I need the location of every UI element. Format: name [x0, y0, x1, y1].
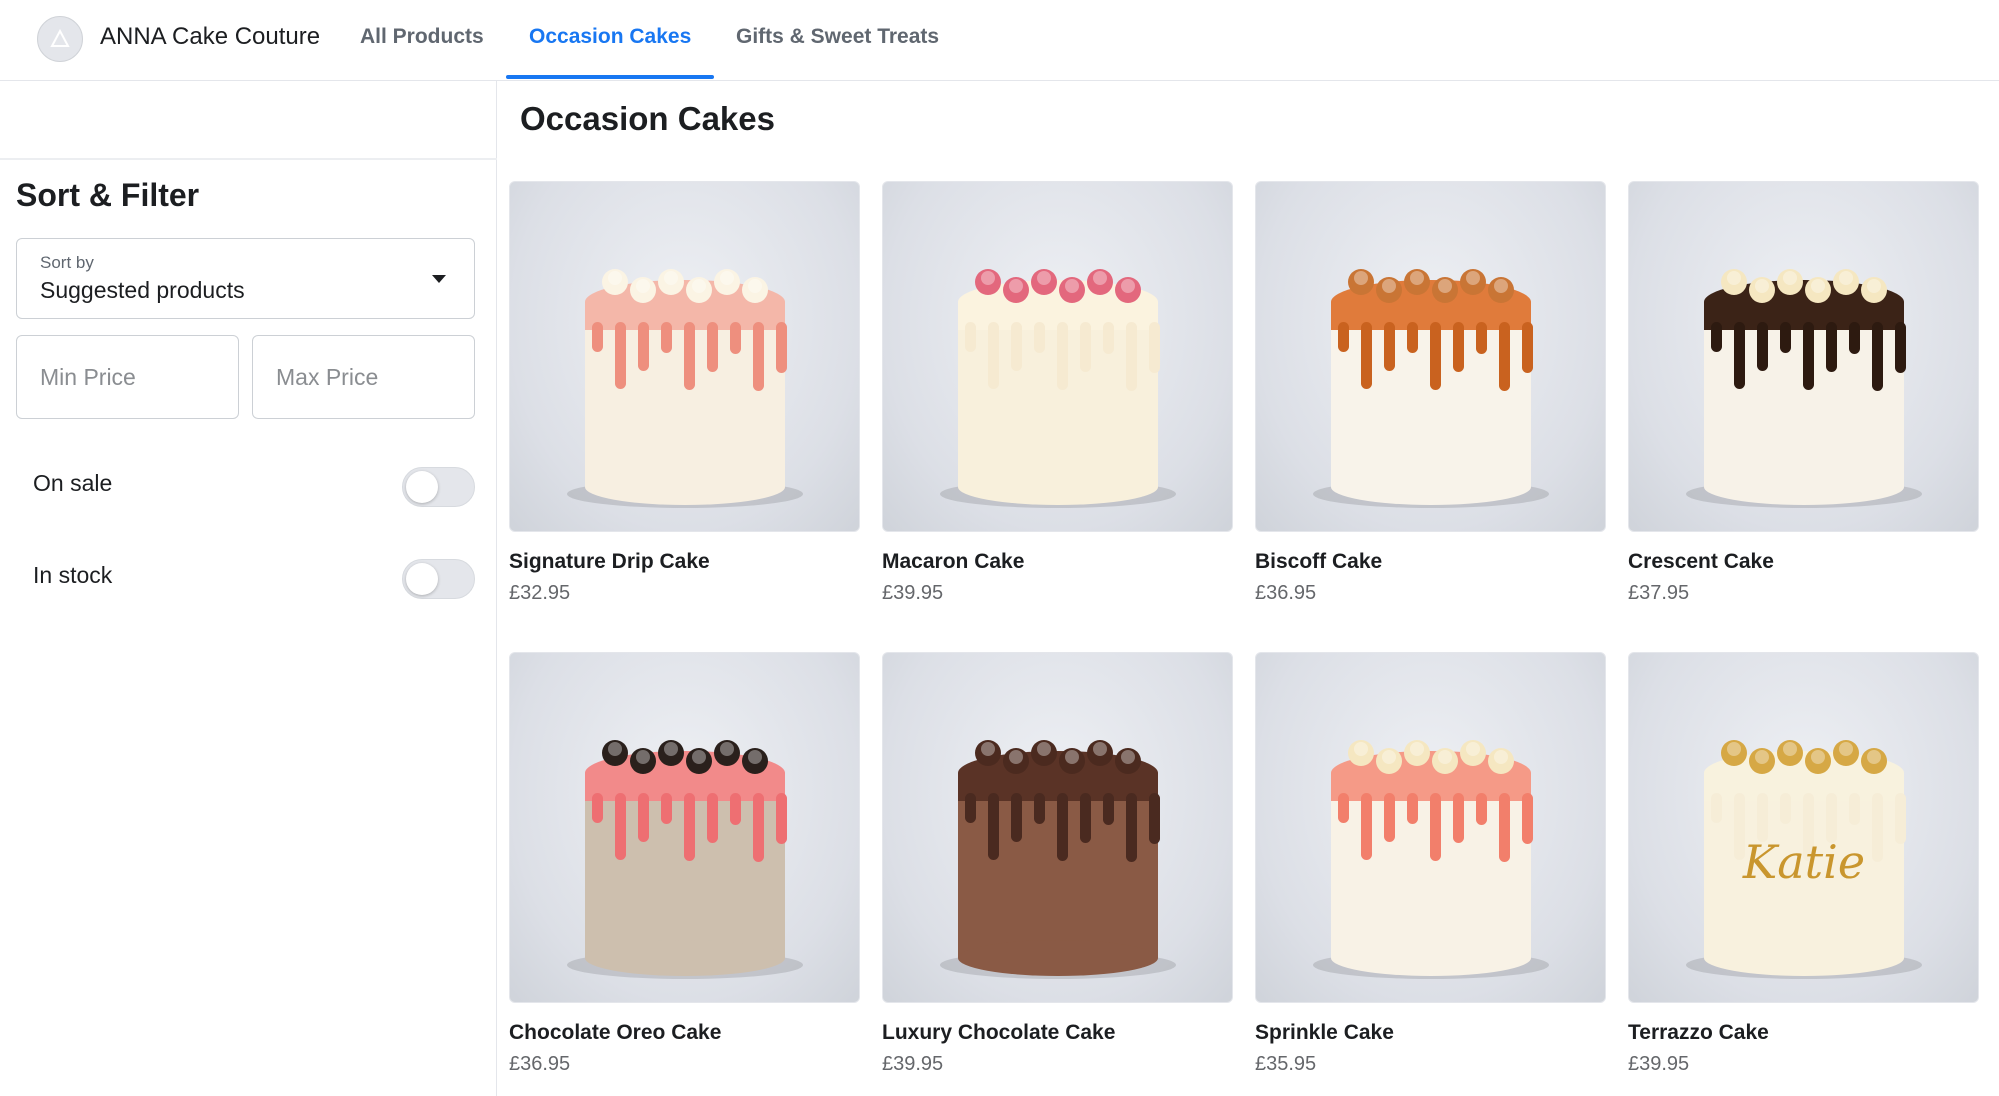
product-card[interactable]: Sprinkle Cake £35.95 [1255, 652, 1606, 1092]
product-card[interactable]: Luxury Chocolate Cake £39.95 [882, 652, 1233, 1092]
oreo-cake-image [567, 740, 803, 979]
product-price: £36.95 [509, 1053, 571, 1075]
product-name[interactable]: Crescent Cake [1628, 550, 1774, 574]
product-image[interactable] [1255, 652, 1606, 1003]
product-name[interactable]: Terrazzo Cake [1628, 1021, 1769, 1045]
product-image[interactable]: Katie [1628, 652, 1979, 1003]
product-name[interactable]: Sprinkle Cake [1255, 1021, 1394, 1045]
in-stock-label: In stock [33, 562, 113, 588]
product-card[interactable]: Crescent Cake £37.95 [1628, 181, 1979, 621]
product-card[interactable]: Chocolate Oreo Cake £36.95 [509, 652, 860, 1092]
toggle-knob [406, 563, 438, 595]
sort-label: Sort by [40, 253, 94, 272]
macaron-cake-image [940, 269, 1176, 508]
product-image[interactable] [882, 652, 1233, 1003]
product-name[interactable]: Signature Drip Cake [509, 550, 710, 574]
product-price: £35.95 [1255, 1053, 1317, 1075]
product-name[interactable]: Chocolate Oreo Cake [509, 1021, 721, 1045]
page: ANNA Cake Couture All Products Occasion … [0, 0, 1999, 1096]
tab-gifts-sweet-treats[interactable]: Gifts & Sweet Treats [736, 25, 939, 49]
brand-name[interactable]: ANNA Cake Couture [100, 23, 320, 51]
tab-occasion-cakes[interactable]: Occasion Cakes [529, 25, 691, 49]
product-image[interactable] [882, 181, 1233, 532]
product-image[interactable] [509, 181, 860, 532]
top-nav-bar: ANNA Cake Couture All Products Occasion … [0, 0, 1999, 81]
product-image[interactable] [1628, 181, 1979, 532]
max-price-input[interactable] [252, 335, 475, 419]
caret-down-icon [432, 275, 446, 283]
sidebar-title: Sort & Filter [16, 177, 200, 213]
page-title: Occasion Cakes [520, 100, 775, 137]
product-name[interactable]: Biscoff Cake [1255, 550, 1382, 574]
product-price: £37.95 [1628, 582, 1690, 604]
product-image[interactable] [1255, 181, 1606, 532]
toggle-knob [406, 471, 438, 503]
product-name[interactable]: Luxury Chocolate Cake [882, 1021, 1115, 1045]
biscoff-cake-image [1313, 269, 1549, 508]
active-tab-indicator [506, 75, 714, 79]
on-sale-toggle[interactable] [402, 467, 475, 507]
drip-cake-image [567, 269, 803, 508]
sort-dropdown[interactable]: Sort by Suggested products [16, 238, 475, 319]
product-name[interactable]: Macaron Cake [882, 550, 1024, 574]
in-stock-toggle[interactable] [402, 559, 475, 599]
product-card[interactable]: Biscoff Cake £36.95 [1255, 181, 1606, 621]
sidebar-divider [0, 158, 497, 160]
sort-value: Suggested products [40, 277, 245, 303]
product-image[interactable] [509, 652, 860, 1003]
terrazzo-cake-image: Katie [1686, 740, 1922, 979]
sprinkle-cake-image [1313, 740, 1549, 979]
filter-sidebar: Sort & Filter Sort by Suggested products… [0, 81, 497, 1096]
crescent-cake-image [1686, 269, 1922, 508]
logo-icon [50, 28, 70, 47]
product-card[interactable]: Macaron Cake £39.95 [882, 181, 1233, 621]
brand-logo[interactable] [37, 16, 83, 62]
product-price: £36.95 [1255, 582, 1317, 604]
product-price: £39.95 [882, 1053, 944, 1075]
chocolate-cake-image [940, 740, 1176, 979]
on-sale-label: On sale [33, 470, 113, 496]
cake-lettering: Katie [1742, 835, 1865, 889]
product-price: £39.95 [882, 582, 944, 604]
product-price: £32.95 [509, 582, 571, 604]
product-card[interactable]: Signature Drip Cake £32.95 [509, 181, 860, 621]
tab-all-products[interactable]: All Products [360, 25, 484, 49]
min-price-input[interactable] [16, 335, 239, 419]
product-card[interactable]: Katie Terrazzo Cake £39.95 [1628, 652, 1979, 1092]
product-price: £39.95 [1628, 1053, 1690, 1075]
